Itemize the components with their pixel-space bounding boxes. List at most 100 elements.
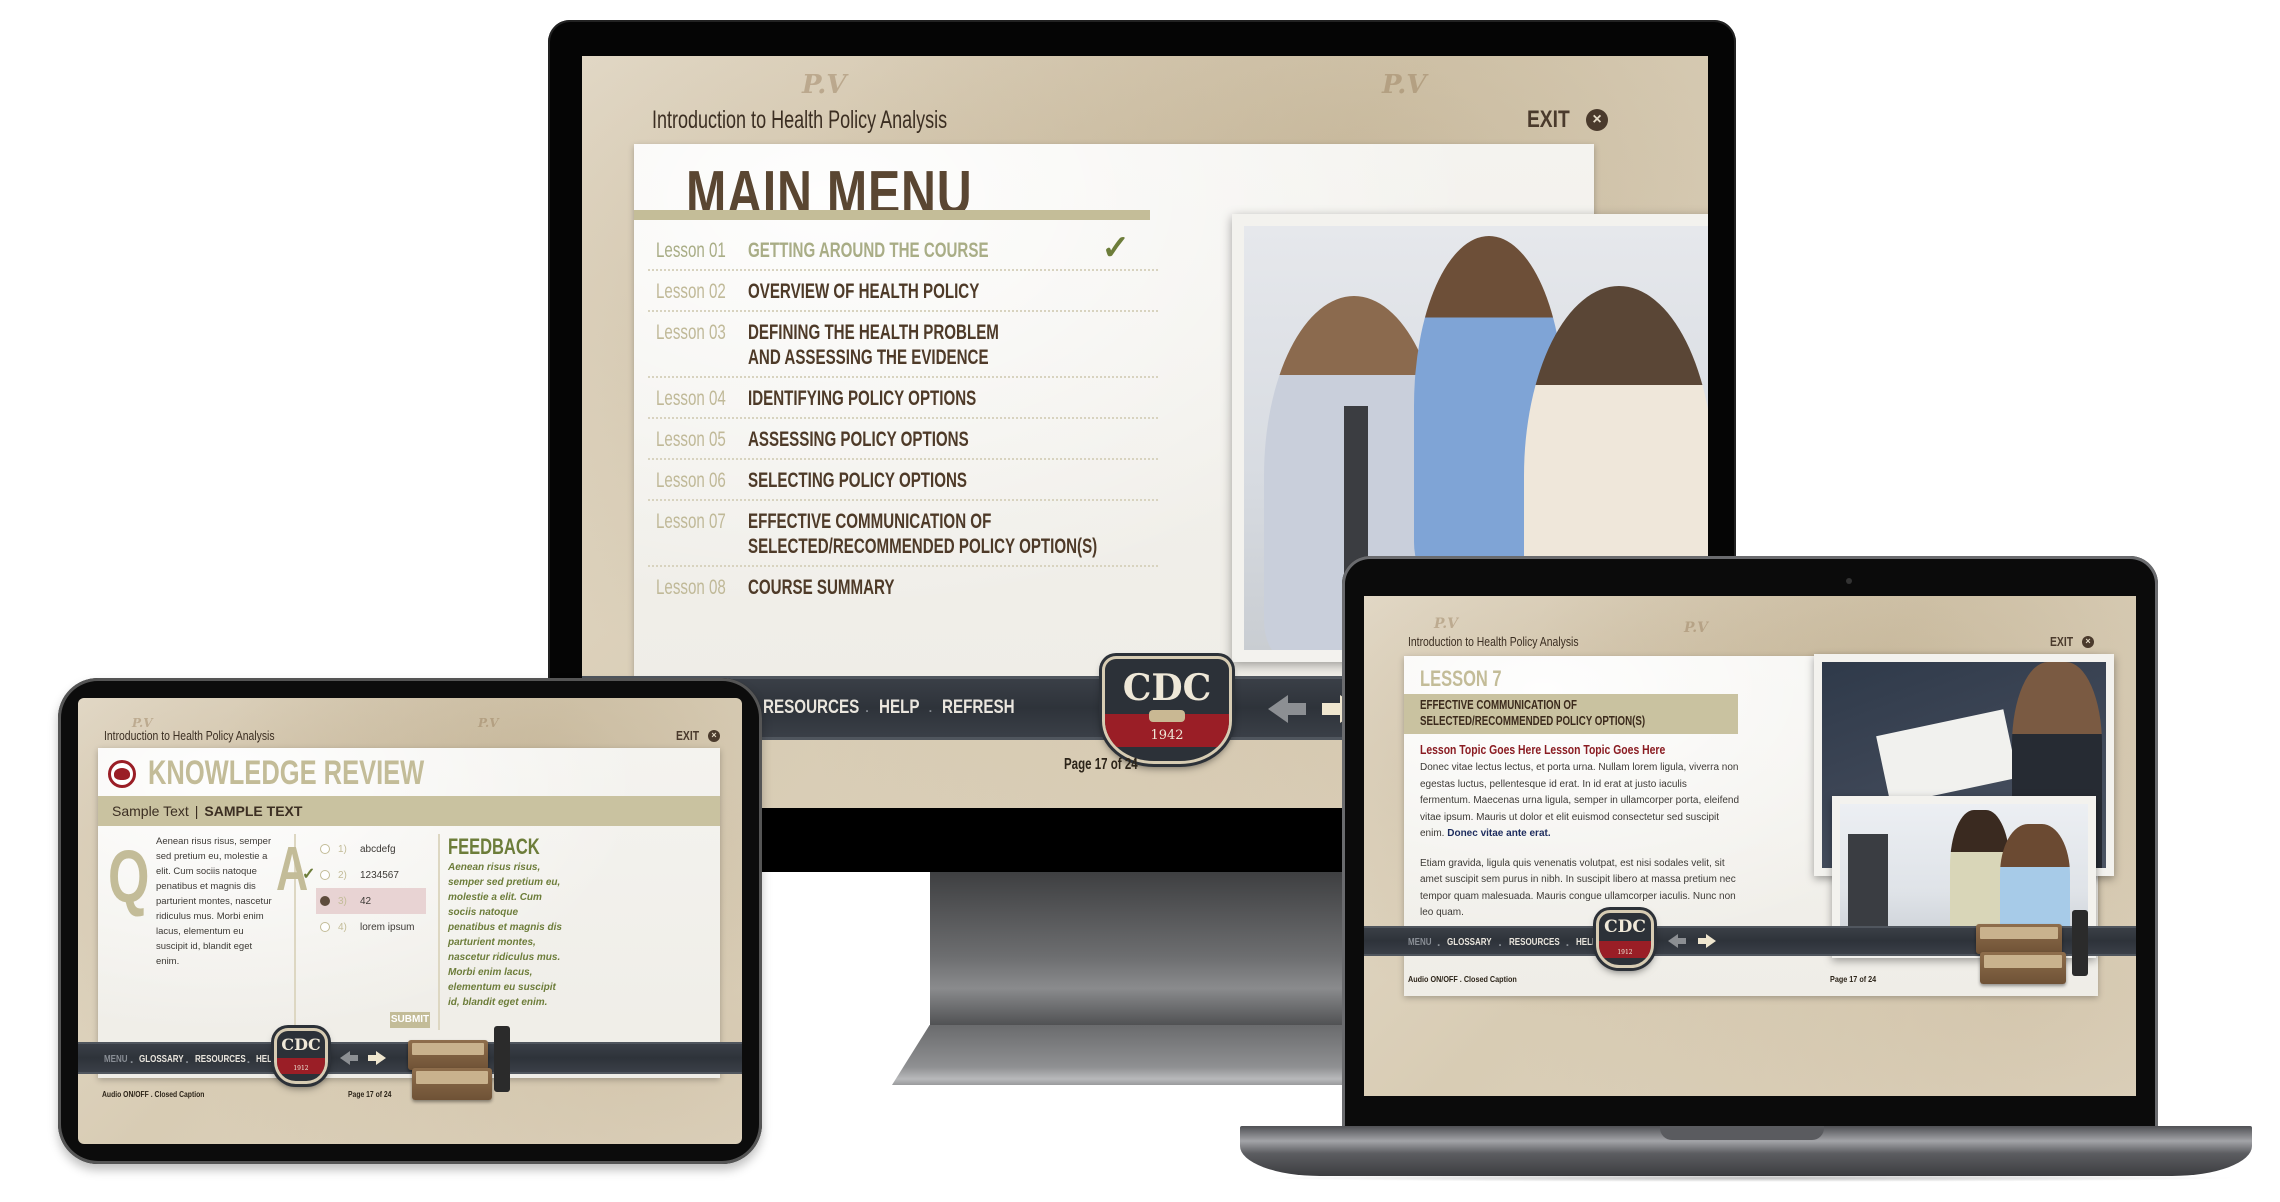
page-indicator: Page 17 of 24	[1830, 974, 1877, 984]
body-paragraph: Donec vitae lectus lectus, et porta urna…	[1420, 762, 1740, 839]
page-indicator: Page 17 of 24	[348, 1090, 392, 1099]
cdc-badge: CDC 1912	[274, 1028, 328, 1084]
radio-button-selected[interactable]	[320, 896, 330, 906]
radio-button[interactable]	[320, 870, 330, 880]
previous-arrow-icon[interactable]	[340, 1051, 350, 1065]
lesson-number: Lesson 06	[656, 469, 726, 492]
lesson-item-04[interactable]: Lesson 04 IDENTIFYING POLICY OPTIONS	[648, 378, 1158, 419]
previous-arrow-icon[interactable]	[1668, 934, 1678, 948]
column-divider	[438, 834, 440, 1030]
lesson-title-bar: EFFECTIVE COMMUNICATION OF SELECTED/RECO…	[1404, 694, 1738, 734]
section-subbar: Sample Text | SAMPLE TEXT	[98, 796, 720, 826]
course-title: Introduction to Health Policy Analysis	[1408, 634, 1579, 649]
lesson-list: Lesson 01 GETTING AROUND THE COURSE ✓ Le…	[648, 229, 1158, 606]
nav-refresh[interactable]: REFRESH	[942, 697, 1015, 719]
nav-resources[interactable]: RESOURCES	[195, 1054, 246, 1065]
page-indicator: Page 17 of 24	[1064, 756, 1138, 773]
feedback-title: FEEDBACK	[448, 834, 540, 859]
watermark-pv: P.V	[1382, 70, 1427, 100]
books-stethoscope-illustration	[408, 1026, 518, 1106]
lesson-item-05[interactable]: Lesson 05 ASSESSING POLICY OPTIONS	[648, 419, 1158, 460]
question-text: Aenean risus risus, semper sed pretium e…	[156, 836, 272, 967]
answer-option-2[interactable]: ✓ 2) 1234567	[302, 862, 426, 888]
nav-help[interactable]: HELP	[256, 1054, 277, 1065]
next-arrow-icon[interactable]	[376, 1051, 386, 1065]
audio-caption-controls: Audio ON/OFF . Closed Caption	[1408, 974, 1517, 984]
checkmark-icon: ✓	[1101, 229, 1131, 267]
cdc-badge: CDC 1942	[1102, 656, 1232, 764]
exit-button[interactable]: EXIT ×	[2050, 634, 2094, 649]
laptop-shadow	[1260, 1174, 2240, 1182]
camera-icon	[1846, 578, 1852, 584]
lesson-item-02[interactable]: Lesson 02 OVERVIEW OF HEALTH POLICY	[648, 271, 1158, 312]
body-link[interactable]: Donec vitae ante erat.	[1447, 828, 1550, 839]
next-arrow-shaft[interactable]	[1322, 703, 1340, 715]
tablet-device: P.V P.V Introduction to Health Policy An…	[58, 678, 762, 1164]
body-paragraph: Etiam gravida, ligula quis venenatis vol…	[1420, 857, 1736, 919]
books-stethoscope-illustration	[1976, 910, 2106, 990]
exit-button[interactable]: EXIT ×	[676, 728, 720, 743]
lesson-number: Lesson 03	[656, 321, 726, 344]
answer-options: 1) abcdefg ✓ 2) 1234567 3) 42 4) lorem i…	[302, 836, 426, 940]
previous-arrow-icon[interactable]	[1268, 695, 1288, 723]
nav-menu[interactable]: MENU	[1408, 937, 1432, 948]
lesson-label: LESSON 7	[1420, 666, 1502, 691]
close-circle-icon: ×	[708, 729, 720, 742]
audio-caption-controls: Audio ON/OFF . Closed Caption	[102, 1090, 205, 1099]
lesson-label: EFFECTIVE COMMUNICATION OF SELECTED/RECO…	[748, 510, 1098, 558]
feedback-text: Aenean risus risus, semper sed pretium e…	[448, 862, 562, 1008]
lesson-label: SELECTING POLICY OPTIONS	[748, 469, 967, 492]
lesson-label: IDENTIFYING POLICY OPTIONS	[748, 387, 977, 410]
brain-icon	[108, 760, 136, 788]
watermark-pv: P.V	[802, 70, 847, 100]
title-underline	[634, 210, 1150, 220]
radio-button[interactable]	[320, 844, 330, 854]
course-title: Introduction to Health Policy Analysis	[652, 106, 948, 134]
lesson-number: Lesson 08	[656, 576, 726, 599]
exit-button[interactable]: EXIT ×	[1527, 106, 1608, 134]
cdc-badge: CDC 1912	[1596, 910, 1654, 968]
previous-arrow-shaft[interactable]	[1288, 703, 1306, 715]
closed-caption-toggle[interactable]: Closed Caption	[1464, 974, 1517, 984]
lesson-label: DEFINING THE HEALTH PROBLEM AND ASSESSIN…	[748, 321, 999, 369]
correct-check-icon: ✓	[302, 866, 316, 883]
close-circle-icon: ×	[1586, 109, 1608, 131]
lesson-item-08[interactable]: Lesson 08 COURSE SUMMARY	[648, 567, 1158, 606]
lesson-item-07[interactable]: Lesson 07 EFFECTIVE COMMUNICATION OF SEL…	[648, 501, 1158, 567]
monitor-foot	[892, 1025, 1362, 1085]
page-title: KNOWLEDGE REVIEW	[148, 754, 425, 792]
lesson-number: Lesson 07	[656, 510, 726, 533]
lesson-item-06[interactable]: Lesson 06 SELECTING POLICY OPTIONS	[648, 460, 1158, 501]
lesson-label: OVERVIEW OF HEALTH POLICY	[748, 280, 980, 303]
lesson-label: GETTING AROUND THE COURSE	[748, 239, 989, 262]
lesson-number: Lesson 04	[656, 387, 726, 410]
course-title: Introduction to Health Policy Analysis	[104, 728, 275, 743]
radio-button[interactable]	[320, 922, 330, 932]
nav-help[interactable]: HELP	[1576, 937, 1597, 948]
answer-option-4[interactable]: 4) lorem ipsum	[316, 914, 426, 940]
lesson-item-03[interactable]: Lesson 03 DEFINING THE HEALTH PROBLEM AN…	[648, 312, 1158, 378]
answer-option-1[interactable]: 1) abcdefg	[316, 836, 426, 862]
lesson-number: Lesson 05	[656, 428, 726, 451]
audio-toggle[interactable]: Audio ON/OFF	[102, 1090, 149, 1099]
nav-glossary[interactable]: GLOSSARY	[139, 1054, 184, 1065]
answer-option-3[interactable]: 3) 42	[316, 888, 426, 914]
lesson-body: Donec vitae lectus lectus, et porta urna…	[1420, 760, 1740, 922]
laptop-hinge-notch	[1660, 1126, 1824, 1140]
monitor-stand	[930, 870, 1350, 1028]
close-circle-icon: ×	[2082, 635, 2094, 648]
nav-resources[interactable]: RESOURCES	[1509, 937, 1560, 948]
audio-toggle[interactable]: Audio ON/OFF	[1408, 974, 1458, 984]
tablet-screen: P.V P.V Introduction to Health Policy An…	[78, 698, 742, 1144]
nav-help[interactable]: HELP	[879, 697, 920, 719]
lesson-item-01[interactable]: Lesson 01 GETTING AROUND THE COURSE ✓	[648, 229, 1158, 271]
lesson-topic-heading: Lesson Topic Goes Here Lesson Topic Goes…	[1420, 742, 1666, 757]
lesson-number: Lesson 02	[656, 280, 726, 303]
lesson-label: ASSESSING POLICY OPTIONS	[748, 428, 969, 451]
lesson-number: Lesson 01	[656, 239, 726, 262]
next-arrow-icon[interactable]	[1706, 934, 1716, 948]
nav-glossary[interactable]: GLOSSARY	[1447, 937, 1492, 948]
nav-resources[interactable]: RESOURCES	[763, 697, 859, 719]
closed-caption-toggle[interactable]: Closed Caption	[155, 1090, 205, 1099]
nav-menu[interactable]: MENU	[104, 1054, 128, 1065]
